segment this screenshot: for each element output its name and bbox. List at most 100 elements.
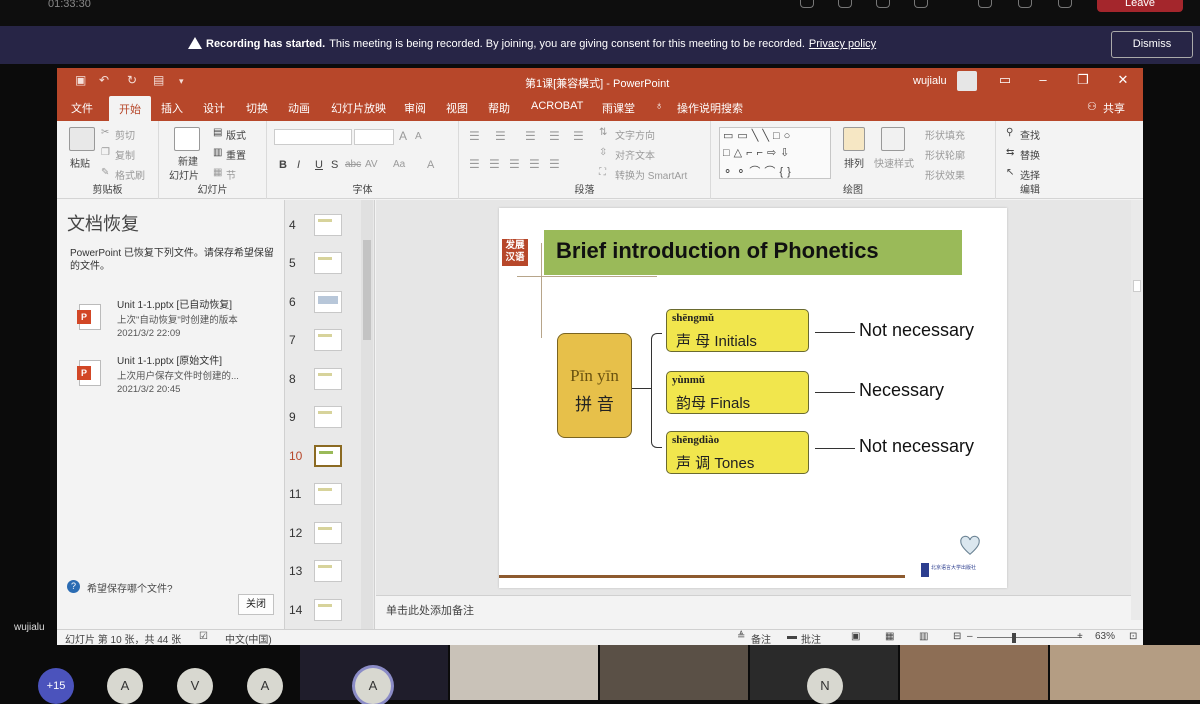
language-status[interactable]: 中文(中国) (225, 631, 272, 645)
paste-label[interactable]: 粘贴 (70, 155, 90, 170)
chat-icon[interactable] (838, 0, 852, 8)
user-avatar[interactable] (957, 71, 977, 91)
spellcheck-icon[interactable]: ☑ (199, 631, 208, 642)
new-slide-label-2[interactable]: 幻灯片 (169, 167, 199, 182)
fit-slide-icon[interactable]: ⊡ (1129, 631, 1137, 642)
quick-styles-label[interactable]: 快速样式 (874, 155, 914, 170)
shape-outline-label[interactable]: 形状轮廓 (925, 147, 965, 162)
italic-button[interactable]: I (297, 159, 300, 171)
shapes-row-3[interactable]: ⚬⚬⌒⌒{} (723, 163, 795, 179)
font-size-select[interactable] (354, 129, 394, 145)
tab-file[interactable]: 文件 (71, 100, 93, 116)
shape-effects-label[interactable]: 形状效果 (925, 167, 965, 182)
participant-avatar[interactable]: A (247, 668, 283, 704)
new-slide-icon[interactable] (174, 127, 200, 151)
scrollbar-thumb[interactable] (363, 240, 371, 340)
strikethrough-button[interactable]: abc (345, 159, 361, 170)
align-left-icon[interactable]: ☰ (469, 157, 480, 171)
customize-dropdown-icon[interactable]: ▾ (179, 76, 184, 87)
thumbnail-scrollbar[interactable] (361, 200, 373, 629)
participant-video[interactable] (450, 645, 598, 700)
select-label[interactable]: 选择 (1020, 167, 1040, 182)
align-right-icon[interactable]: ☰ (509, 157, 520, 171)
participant-avatar[interactable]: N (807, 668, 843, 704)
slide-sorter-icon[interactable]: ▦ (885, 631, 894, 642)
decrease-indent-icon[interactable]: ☰ (525, 129, 536, 143)
increase-font-icon[interactable]: A (399, 129, 407, 143)
reading-view-icon[interactable]: ▥ (919, 631, 928, 642)
layout-icon[interactable]: ▤ (213, 127, 222, 138)
shapes-row-2[interactable]: □△⌐⌐⇨⇩ (723, 146, 793, 159)
zoom-out-icon[interactable]: – (967, 631, 973, 642)
reset-label[interactable]: 重置 (226, 147, 246, 162)
tab-insert[interactable]: 插入 (161, 100, 183, 116)
shape-fill-label[interactable]: 形状填充 (925, 127, 965, 142)
notes-pane[interactable]: 单击此处添加备注 (376, 595, 1131, 620)
tab-review[interactable]: 审阅 (404, 100, 426, 116)
share-screen-icon[interactable] (1058, 0, 1072, 8)
normal-view-icon[interactable]: ▣ (851, 631, 860, 642)
privacy-policy-link[interactable]: Privacy policy (809, 38, 876, 50)
cut-icon[interactable]: ✂ (101, 127, 109, 138)
notes-icon[interactable]: ≜ (737, 631, 745, 642)
tab-rain-classroom[interactable]: 雨课堂 (602, 100, 635, 116)
recovered-file-original[interactable]: P Unit 1-1.pptx [原始文件] 上次用户保存文件时创建的... 2… (77, 352, 279, 408)
slide-scrollbar[interactable] (1131, 200, 1143, 620)
tab-animations[interactable]: 动画 (288, 100, 310, 116)
recovered-file-autosave[interactable]: P Unit 1-1.pptx [已自动恢复] 上次"自动恢复"时创建的版本 2… (77, 296, 279, 352)
smartart-label[interactable]: 转换为 SmartArt (615, 167, 687, 182)
zoom-in-icon[interactable]: + (1077, 631, 1083, 642)
justify-icon[interactable]: ☰ (529, 157, 540, 171)
quick-styles-icon[interactable] (881, 127, 905, 151)
close-window-icon[interactable]: ✕ (1113, 72, 1133, 88)
font-color-button[interactable]: A (427, 159, 434, 171)
current-slide[interactable]: 发展 汉语 Brief introduction of Phonetics Pīn… (499, 208, 1007, 588)
more-icon[interactable] (914, 0, 928, 8)
slideshow-view-icon[interactable]: ⊟ (953, 631, 961, 642)
find-icon[interactable]: ⚲ (1006, 127, 1013, 138)
participant-video[interactable] (1050, 645, 1200, 700)
text-direction-icon[interactable]: ⇅ (599, 127, 607, 138)
zoom-level[interactable]: 63% (1095, 631, 1115, 642)
tab-acrobat[interactable]: ACROBAT (531, 100, 583, 112)
undo-icon[interactable]: ↶ (99, 73, 109, 87)
present-icon[interactable]: ▤ (153, 73, 164, 87)
underline-button[interactable]: U (315, 159, 323, 171)
tab-view[interactable]: 视图 (446, 100, 468, 116)
shapes-row-1[interactable]: ▭▭╲╲□○ (723, 129, 794, 142)
ribbon-display-icon[interactable]: ▭ (995, 72, 1015, 88)
participant-video[interactable] (600, 645, 748, 700)
copy-label[interactable]: 复制 (115, 147, 135, 162)
copy-icon[interactable]: ❐ (101, 147, 110, 158)
scrollbar-thumb[interactable] (1133, 280, 1141, 292)
cut-label[interactable]: 剪切 (115, 127, 135, 142)
redo-icon[interactable]: ↻ (127, 73, 137, 87)
participant-avatar[interactable]: V (177, 668, 213, 704)
select-icon[interactable]: ↖ (1006, 167, 1014, 178)
user-name[interactable]: wujialu (913, 75, 947, 87)
numbering-icon[interactable]: ☰ (495, 129, 506, 143)
replace-label[interactable]: 替换 (1020, 147, 1040, 162)
paste-icon[interactable] (69, 127, 95, 151)
align-center-icon[interactable]: ☰ (489, 157, 500, 171)
tab-help[interactable]: 帮助 (488, 100, 510, 116)
share-icon[interactable]: ⚇ (1087, 100, 1097, 113)
save-icon[interactable]: ▣ (75, 73, 86, 87)
section-icon[interactable]: ▦ (213, 167, 222, 178)
align-text-label[interactable]: 对齐文本 (615, 147, 655, 162)
mic-icon[interactable] (1018, 0, 1032, 8)
camera-icon[interactable] (978, 0, 992, 8)
arrange-label[interactable]: 排列 (844, 155, 864, 170)
bold-button[interactable]: B (279, 159, 287, 171)
tell-me-search[interactable]: 操作说明搜索 (677, 100, 743, 116)
decrease-font-icon[interactable]: A (415, 131, 422, 142)
replace-icon[interactable]: ⇆ (1006, 147, 1014, 158)
tab-slideshow[interactable]: 幻灯片放映 (331, 100, 386, 116)
tab-design[interactable]: 设计 (203, 100, 225, 116)
reset-icon[interactable]: ▥ (213, 147, 222, 158)
line-spacing-icon[interactable]: ☰ (573, 129, 584, 143)
columns-icon[interactable]: ☰ (549, 157, 560, 171)
format-painter-icon[interactable]: ✎ (101, 167, 109, 178)
participant-avatar[interactable]: A (107, 668, 143, 704)
notes-toggle[interactable]: 备注 (751, 631, 771, 645)
